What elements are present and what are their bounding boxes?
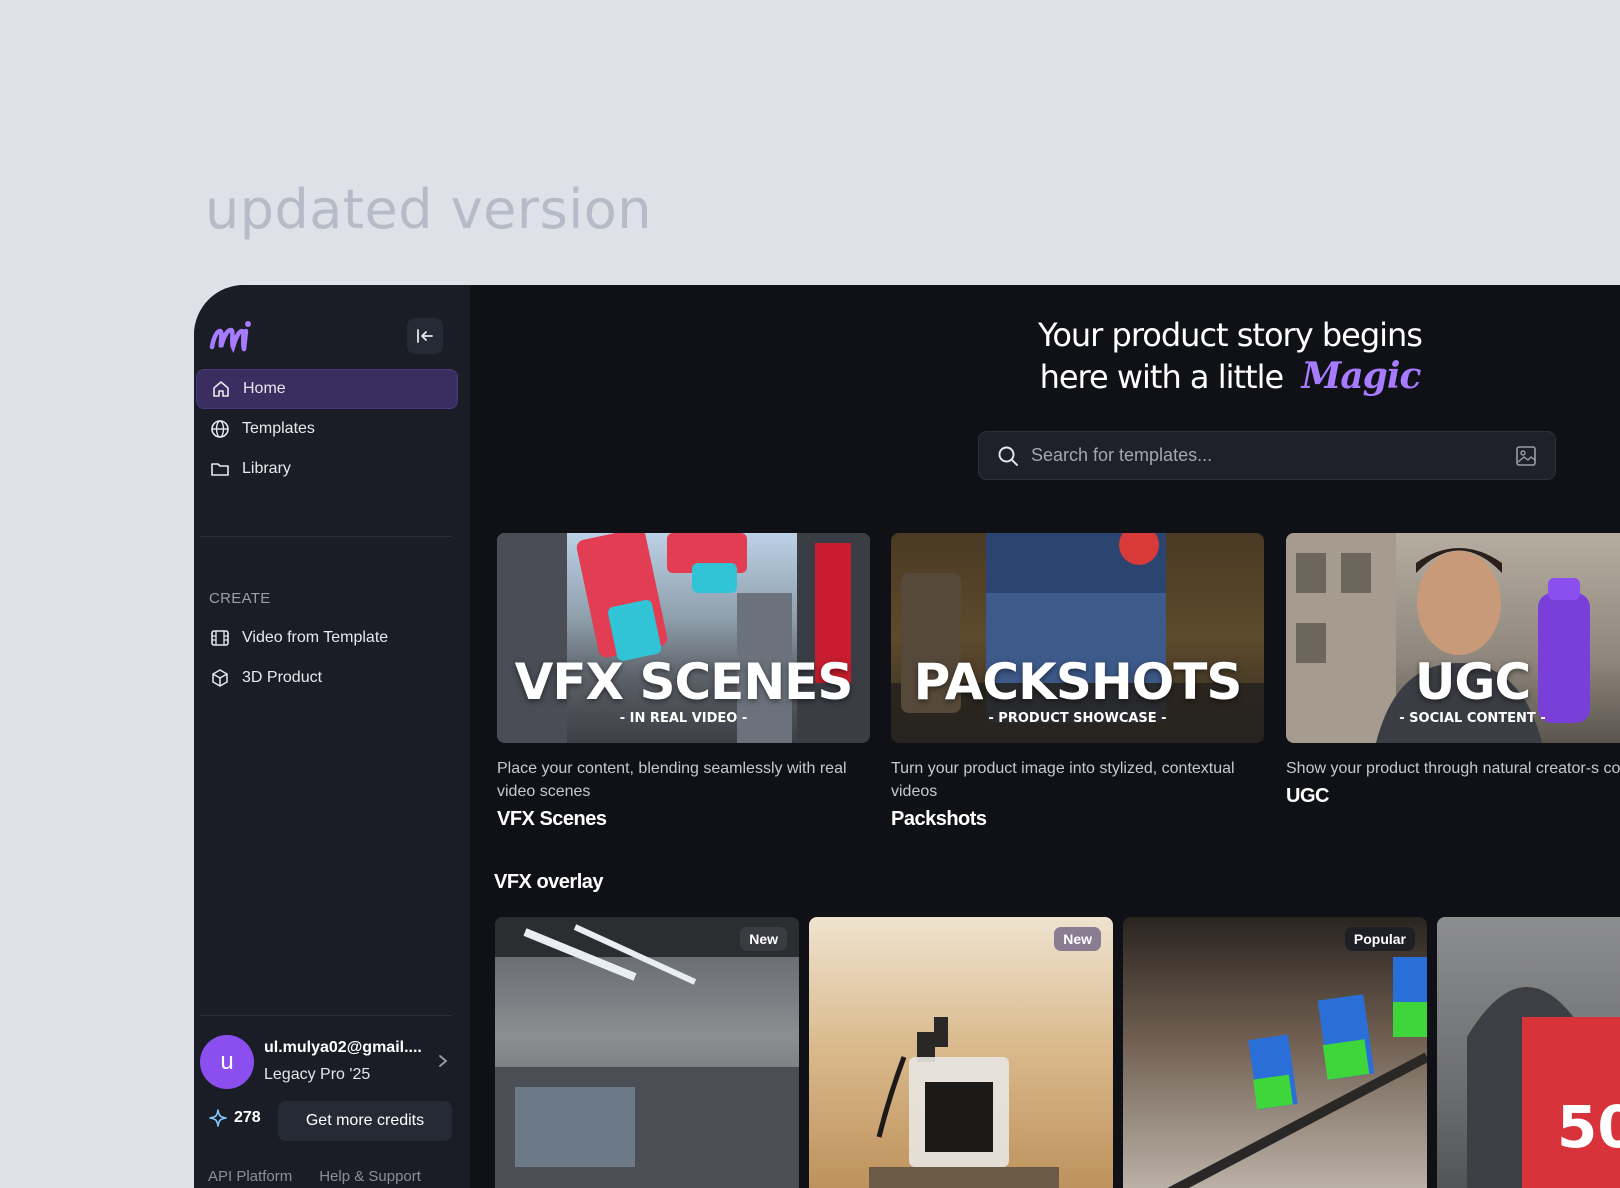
hero-line-2: here with a little (1039, 358, 1285, 396)
search-icon (998, 446, 1018, 466)
category-card-packshots[interactable]: PACKSHOTS - PRODUCT SHOWCASE - Turn your… (891, 533, 1264, 831)
avatar: u (200, 1035, 254, 1089)
perfume-desert-illustration (869, 1017, 1059, 1188)
category-description: Show your product through natural creato… (1286, 760, 1620, 777)
sidebar-item-3d-product[interactable]: 3D Product (196, 658, 458, 698)
cube-icon (212, 669, 228, 687)
user-plan: Legacy Pro '25 (264, 1066, 371, 1083)
vfx-template-card[interactable]: Popular (1123, 917, 1427, 1188)
chevron-right-icon (439, 1055, 448, 1067)
folder-icon (211, 463, 229, 476)
get-more-credits-button[interactable]: Get more credits (278, 1101, 452, 1141)
category-overlay-title: UGC (1414, 653, 1531, 711)
create-section-label: CREATE (209, 590, 271, 607)
help-support-link[interactable]: Help & Support (319, 1168, 421, 1185)
sidebar-divider (200, 536, 452, 537)
collapse-sidebar-button[interactable] (407, 318, 443, 354)
sidebar-item-video-from-template[interactable]: Video from Template (196, 618, 458, 658)
home-icon (213, 381, 229, 397)
category-description: Turn your product image into stylized, c… (891, 760, 1235, 800)
sidebar-divider (200, 1015, 452, 1016)
category-name: VFX Scenes (497, 808, 607, 830)
vfx-template-card[interactable]: New (495, 917, 799, 1188)
category-thumbnail: VFX SCENES - IN REAL VIDEO - (497, 533, 870, 743)
hero-magic-word: Magic (1301, 355, 1421, 397)
category-thumbnail: PACKSHOTS - PRODUCT SHOWCASE - (891, 533, 1264, 743)
brand-logo-icon[interactable] (208, 317, 256, 359)
page-caption: updated version (205, 178, 652, 241)
vfx-template-card[interactable]: New (809, 917, 1113, 1188)
storefront-sale-illustration: 50 (1467, 987, 1620, 1188)
app-window: Home Templates Library CREATE Video from… (194, 285, 1620, 1188)
category-description: Place your content, blending seamlessly … (497, 760, 847, 800)
category-overlay-title: VFX SCENES (514, 653, 854, 711)
category-overlay-subtitle: - PRODUCT SHOWCASE - (988, 711, 1167, 726)
sidebar-item-home[interactable]: Home (196, 369, 458, 409)
image-search-icon[interactable] (1515, 445, 1537, 467)
credits-balance: 278 (208, 1108, 261, 1128)
sidebar-item-label: 3D Product (242, 669, 323, 686)
user-account-button[interactable]: u ul.mulya02@gmail.... Legacy Pro '25 (200, 1035, 450, 1091)
sidebar: Home Templates Library CREATE Video from… (194, 285, 470, 1188)
status-badge: Popular (1344, 927, 1415, 951)
user-email: ul.mulya02@gmail.... (264, 1039, 422, 1056)
hero-line-1: Your product story begins (1038, 316, 1423, 354)
category-card-vfx-scenes[interactable]: VFX SCENES - IN REAL VIDEO - Place your … (497, 533, 870, 831)
film-icon (211, 630, 229, 646)
category-card-ugc[interactable]: UGC - SOCIAL CONTENT - Show your product… (1286, 533, 1620, 808)
sidebar-item-label: Video from Template (242, 629, 389, 646)
vfx-overlay-heading: VFX overlay (494, 871, 604, 893)
api-platform-link[interactable]: API Platform (208, 1168, 292, 1185)
status-badge: New (740, 927, 787, 951)
main-content: Your product story begins here with a li… (470, 285, 1620, 1188)
category-thumbnail: UGC - SOCIAL CONTENT - (1286, 533, 1620, 743)
sidebar-item-label: Library (242, 460, 291, 477)
category-name: Packshots (891, 808, 987, 830)
subway-station-illustration (495, 917, 799, 1188)
status-badge: New (1054, 927, 1101, 951)
category-overlay-title: PACKSHOTS (913, 653, 1243, 711)
category-name: UGC (1286, 785, 1329, 807)
search-input[interactable] (1031, 445, 1511, 466)
template-search-bar[interactable] (978, 431, 1556, 480)
sale-percent-graphic: 50 (1557, 1093, 1620, 1161)
sidebar-item-label: Templates (242, 420, 315, 437)
collapse-left-icon (417, 329, 433, 343)
escalator-billboards-illustration (1167, 957, 1427, 1188)
sidebar-item-library[interactable]: Library (196, 449, 458, 489)
credits-count: 278 (234, 1109, 261, 1126)
hero-title: Your product story begins here with a li… (1030, 315, 1430, 398)
vfx-template-card[interactable]: 50 (1437, 917, 1620, 1188)
sidebar-item-templates[interactable]: Templates (196, 409, 458, 449)
sidebar-footer: API Platform Help & Support (208, 1168, 421, 1185)
sidebar-item-label: Home (243, 380, 286, 397)
category-overlay-subtitle: - IN REAL VIDEO - (619, 711, 748, 726)
category-overlay-subtitle: - SOCIAL CONTENT - (1399, 711, 1546, 726)
sparkle-icon (209, 1109, 227, 1127)
globe-icon (211, 420, 229, 438)
